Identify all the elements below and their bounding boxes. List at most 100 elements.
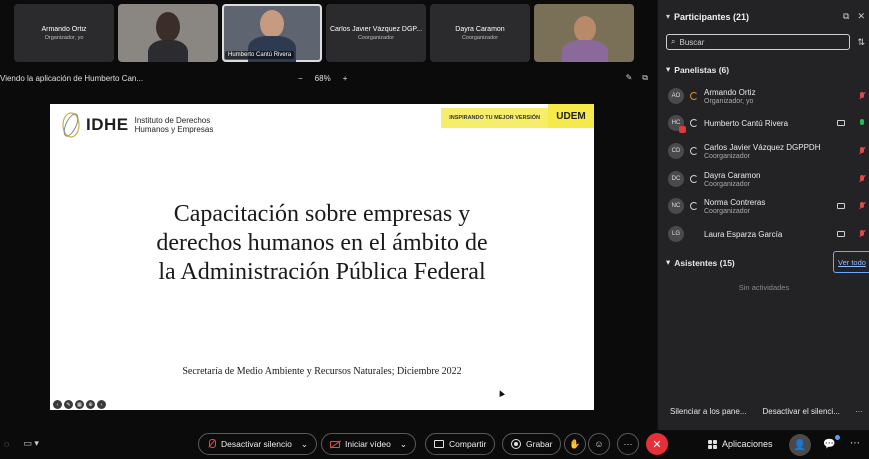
panelist-name: Humberto Cantú Rivera <box>704 118 789 128</box>
panelist-status <box>837 229 865 239</box>
zoom-controls: − 68% + <box>298 74 347 83</box>
mic-muted-icon[interactable] <box>859 201 865 211</box>
tile-role: Coorganizador <box>461 34 499 41</box>
next-slide-icon[interactable]: › <box>97 400 106 409</box>
video-tile-dayra[interactable]: Dayra Caramon Coorganizador <box>430 4 530 62</box>
search-input[interactable] <box>679 37 840 47</box>
zoom-icon[interactable]: ⊕ <box>86 400 95 409</box>
sharing-label: Viendo la aplicación de Humberto Can... <box>0 73 144 83</box>
captions-icon[interactable]: ▭ ▾ <box>23 438 39 449</box>
search-icon: ⌕ <box>671 37 676 46</box>
participant-video-body <box>148 40 188 62</box>
grid-icon[interactable]: ▦ <box>75 400 84 409</box>
panelist-row[interactable]: NC Norma Contreras Coorganizador <box>668 194 867 218</box>
panelist-row[interactable]: LG Laura Esparza García <box>668 222 867 246</box>
panelist-row[interactable]: CD Carlos Javier Vázquez DGPPDH Coorgani… <box>668 139 867 163</box>
video-tile-carlos[interactable]: Carlos Javier Vázquez DGP... Coorganizad… <box>326 4 426 62</box>
unmute-all-button[interactable]: Desactivar el silenci... <box>763 407 840 416</box>
video-tile-participant-woman[interactable] <box>118 4 218 62</box>
more-options-button[interactable]: ··· <box>855 407 863 416</box>
logo-sub-line: Humanos y Empresas <box>134 125 214 134</box>
participant-video <box>574 16 596 42</box>
panelists-header: Panelistas (6) <box>674 64 730 75</box>
share-button[interactable]: Compartir <box>425 433 496 455</box>
video-tile-armando[interactable]: Armando Ortiz Organizador, yo <box>14 4 114 62</box>
view-all-link[interactable]: Ver todo <box>833 251 869 273</box>
mic-muted-icon[interactable] <box>859 146 865 156</box>
panelist-info: Humberto Cantú Rivera <box>704 119 788 128</box>
participant-video <box>156 12 180 42</box>
end-call-button[interactable]: ✕ <box>646 433 668 455</box>
mic-muted-icon[interactable] <box>859 91 865 101</box>
participant-search[interactable]: ⌕ <box>666 34 850 50</box>
logo-subtitle: Instituto de Derechos Humanos y Empresas <box>135 116 214 134</box>
panelist-row[interactable]: HC Humberto Cantú Rivera <box>668 111 867 135</box>
apps-button[interactable]: Aplicaciones <box>708 439 773 449</box>
reactions-button[interactable]: ☺ <box>588 433 610 455</box>
panelist-status <box>837 201 865 211</box>
mic-muted-icon[interactable] <box>859 174 865 184</box>
video-button[interactable]: Iniciar vídeo ⌄ <box>321 433 416 455</box>
popout-icon[interactable]: ⧉ <box>642 73 648 83</box>
panelist-role: Coorganizador <box>704 180 750 188</box>
avatar-initials: HC <box>671 120 681 126</box>
no-activity-text: Sin actividades <box>738 283 790 292</box>
zoom-in-button[interactable]: + <box>343 74 348 83</box>
mic-muted-icon[interactable] <box>859 229 865 239</box>
panelist-status <box>859 91 865 101</box>
participants-button[interactable]: 👤 <box>789 434 811 456</box>
slide-title-line: Capacitación sobre empresas y <box>173 201 471 227</box>
panelist-info: Armando Ortiz Organizador, yo <box>704 88 756 105</box>
connection-icon <box>690 119 698 127</box>
video-tile-humberto[interactable]: Humberto Cantú Rivera <box>222 4 322 62</box>
more-actions-button[interactable]: ··· <box>617 433 639 455</box>
record-button[interactable]: Grabar <box>502 433 562 455</box>
panelist-role: Coorganizador <box>704 207 750 215</box>
video-tile-participant-bookshelf[interactable] <box>534 4 634 62</box>
raise-hand-button[interactable]: ✋ <box>564 433 586 455</box>
idhe-logo: IDHE Instituto de Derechos Humanos y Emp… <box>60 110 213 140</box>
connection-status-icon[interactable]: ◌ <box>4 439 9 449</box>
panelist-row[interactable]: DC Dayra Caramon Coorganizador <box>668 167 867 191</box>
slide-controls: ‹ ✎ ▦ ⊕ › <box>53 400 106 409</box>
apps-label: Aplicaciones <box>722 439 773 449</box>
tile-role: Coorganizador <box>357 34 395 41</box>
pen-icon[interactable]: ✎ <box>64 400 73 409</box>
panelist-info: Carlos Javier Vázquez DGPPDH Coorganizad… <box>704 143 820 160</box>
share-label: Compartir <box>449 439 487 449</box>
person-icon: 👤 <box>793 439 807 451</box>
avatar-initials: NC <box>671 203 681 209</box>
close-icon[interactable]: ✕ <box>857 11 865 22</box>
panelist-status <box>859 174 865 184</box>
collapse-chevron-icon[interactable]: ▾ <box>666 12 670 21</box>
panelist-status <box>859 146 865 156</box>
avatar-initials: LG <box>671 231 680 237</box>
more-label: ··· <box>623 439 633 449</box>
toolbar-left: ◌ ▭ ▾ <box>4 438 39 449</box>
notification-dot-icon <box>835 435 840 440</box>
more-icon[interactable]: ⋯ <box>850 438 860 449</box>
prev-slide-icon[interactable]: ‹ <box>53 400 62 409</box>
chevron-down-icon[interactable]: ⌄ <box>301 439 308 450</box>
mute-all-button[interactable]: Silenciar a los pane... <box>670 407 747 416</box>
tile-name: Humberto Cantú Rivera <box>225 51 295 59</box>
panelist-status <box>837 118 865 128</box>
participant-video <box>260 10 284 38</box>
avatar: DC <box>668 171 684 187</box>
slide-footer: Secretaría de Medio Ambiente y Recursos … <box>182 366 462 377</box>
popout-icon[interactable]: ⧉ <box>843 11 849 22</box>
video-off-icon <box>330 440 340 448</box>
panelists-section-header[interactable]: ▾ Panelistas (6) <box>666 64 729 75</box>
tile-role: Organizador, yo <box>44 34 84 41</box>
zoom-out-button[interactable]: − <box>298 74 303 83</box>
mute-button[interactable]: Desactivar silencio ⌄ <box>198 433 317 455</box>
mic-on-icon[interactable] <box>859 118 865 128</box>
annotate-icon[interactable]: ✎ <box>626 73 633 83</box>
chat-icon[interactable]: 💬 <box>823 439 835 450</box>
logo-text: IDHE <box>86 115 129 134</box>
avatar: LG <box>668 226 684 242</box>
panelist-row[interactable]: AO Armando Ortiz Organizador, yo <box>668 84 867 108</box>
attendees-section-header[interactable]: ▾ Asistentes (15) <box>666 257 735 268</box>
chevron-down-icon[interactable]: ⌄ <box>400 439 407 450</box>
sort-icon[interactable]: ⇅ <box>857 37 865 48</box>
